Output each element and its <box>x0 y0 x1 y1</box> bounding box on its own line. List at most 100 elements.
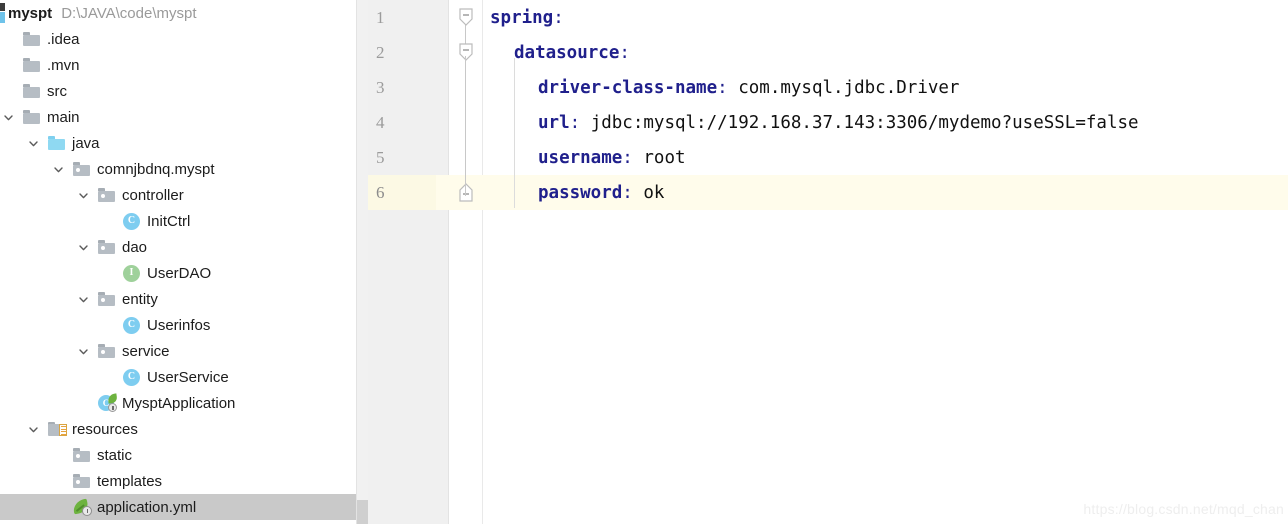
code-line-6[interactable]: 6 password: ok <box>368 175 1288 210</box>
line-number: 6 <box>376 182 385 202</box>
tree-row-userinfos[interactable]: C Userinfos <box>0 312 368 338</box>
code-text[interactable]: username: root <box>490 140 686 175</box>
tree-row-label: comnjbdnq.myspt <box>97 160 215 178</box>
tree-row-dao[interactable]: dao <box>0 234 368 260</box>
tree-row--mvn[interactable]: .mvn <box>0 52 368 78</box>
tree-row-label: src <box>47 82 67 100</box>
tree-row-label: dao <box>122 238 148 256</box>
fold-collapse-icon[interactable] <box>456 8 476 28</box>
tree-row-label: .idea <box>47 30 80 48</box>
tree-row-entity[interactable]: entity <box>0 286 368 312</box>
tree-row-label: application.yml <box>97 498 197 516</box>
code-line-4[interactable]: 4 url: jdbc:mysql://192.168.37.143:3306/m… <box>368 105 1288 140</box>
yaml-colon: : <box>619 42 630 63</box>
code-text[interactable]: datasource: <box>490 35 630 70</box>
code-line-1[interactable]: 1 spring: <box>368 0 1288 35</box>
yaml-value: com.mysql.jdbc.Driver <box>727 77 960 98</box>
chevron-down-icon[interactable] <box>25 421 41 437</box>
tree-row-project-root[interactable]: myspt D:\JAVA\code\myspt <box>0 0 368 26</box>
tree-row-label: MysptApplication <box>122 394 236 412</box>
java-class-icon: C <box>123 212 143 230</box>
tree-row-java[interactable]: java <box>0 130 368 156</box>
yaml-value: jdbc:mysql://192.168.37.143:3306/mydemo?… <box>580 112 1139 133</box>
tree-row-userservice[interactable]: C UserService <box>0 364 368 390</box>
fold-collapse-icon[interactable] <box>456 43 476 63</box>
yaml-key: driver-class-name <box>538 77 718 98</box>
package-icon <box>98 290 118 308</box>
java-class-icon: C <box>123 316 143 334</box>
fold-collapse-up-icon[interactable] <box>456 183 476 203</box>
tree-row-resources[interactable]: resources <box>0 416 368 442</box>
folder-icon <box>23 82 43 100</box>
code-text[interactable]: url: jdbc:mysql://192.168.37.143:3306/my… <box>490 105 1139 140</box>
chevron-down-icon[interactable] <box>75 291 91 307</box>
chevron-down-icon[interactable] <box>0 109 16 125</box>
folder-icon <box>23 108 43 126</box>
package-icon <box>73 160 93 178</box>
tree-row--idea[interactable]: .idea <box>0 26 368 52</box>
tree-row-src[interactable]: src <box>0 78 368 104</box>
chevron-down-icon[interactable] <box>50 161 66 177</box>
code-line-3[interactable]: 3 driver-class-name: com.mysql.jdbc.Drive… <box>368 70 1288 105</box>
package-icon <box>98 186 118 204</box>
line-number: 1 <box>376 7 385 27</box>
package-icon <box>73 472 93 490</box>
chevron-down-icon[interactable] <box>25 135 41 151</box>
yaml-value: ok <box>632 182 665 203</box>
code-line-5[interactable]: 5 username: root <box>368 140 1288 175</box>
yaml-key: spring <box>490 7 554 28</box>
yaml-colon: : <box>622 147 633 168</box>
tree-row-label: UserService <box>147 368 229 386</box>
project-root-path: D:\JAVA\code\myspt <box>61 4 197 22</box>
yaml-key: password <box>538 182 623 203</box>
tree-row-service[interactable]: service <box>0 338 368 364</box>
tree-scrollbar-thumb[interactable] <box>357 500 368 524</box>
tree-row-label: .mvn <box>47 56 80 74</box>
line-number: 2 <box>376 42 385 62</box>
tree-row-label: java <box>72 134 100 152</box>
chevron-down-icon[interactable] <box>75 343 91 359</box>
chevron-down-icon[interactable] <box>75 239 91 255</box>
code-editor[interactable]: 1 spring: 2 datasource: 3 driver-class-name: … <box>368 0 1288 524</box>
project-root-label: myspt <box>8 4 53 22</box>
package-icon <box>98 342 118 360</box>
tree-row-label: static <box>97 446 133 464</box>
tree-row-comnjbdnq-myspt[interactable]: comnjbdnq.myspt <box>0 156 368 182</box>
tree-row-label: templates <box>97 472 163 490</box>
code-text[interactable]: driver-class-name: com.mysql.jdbc.Driver <box>490 70 959 105</box>
java-class-icon: C <box>123 368 143 386</box>
code-text[interactable]: spring: <box>490 0 564 35</box>
tree-row-application-yml[interactable]: application.yml <box>0 494 368 520</box>
java-interface-icon: I <box>123 264 143 282</box>
code-text[interactable]: password: ok <box>490 175 664 210</box>
project-tree-panel[interactable]: myspt D:\JAVA\code\myspt .idea .mvn src mai… <box>0 0 368 524</box>
tree-scrollbar-track[interactable] <box>356 0 368 524</box>
tree-row-mysptapplication[interactable]: C MysptApplication <box>0 390 368 416</box>
tree-row-templates[interactable]: templates <box>0 468 368 494</box>
tree-row-initctrl[interactable]: C InitCtrl <box>0 208 368 234</box>
code-line-2[interactable]: 2 datasource: <box>368 35 1288 70</box>
folder-icon <box>23 56 43 74</box>
project-tree-list[interactable]: .idea .mvn src main java comnjbdnq.myspt contr… <box>0 26 368 520</box>
yaml-colon: : <box>553 7 564 28</box>
tree-row-label: main <box>47 108 80 126</box>
tree-row-label: UserDAO <box>147 264 212 282</box>
tree-row-main[interactable]: main <box>0 104 368 130</box>
tree-row-userdao[interactable]: I UserDAO <box>0 260 368 286</box>
chevron-down-icon[interactable] <box>75 187 91 203</box>
yaml-key: datasource <box>514 42 620 63</box>
yaml-key: url <box>538 112 570 133</box>
tree-row-label: service <box>122 342 170 360</box>
watermark-text: https://blog.csdn.net/mqd_chan <box>1083 501 1284 517</box>
tree-row-static[interactable]: static <box>0 442 368 468</box>
tree-row-label: resources <box>72 420 138 438</box>
source-folder-icon <box>48 134 68 152</box>
tree-row-controller[interactable]: controller <box>0 182 368 208</box>
